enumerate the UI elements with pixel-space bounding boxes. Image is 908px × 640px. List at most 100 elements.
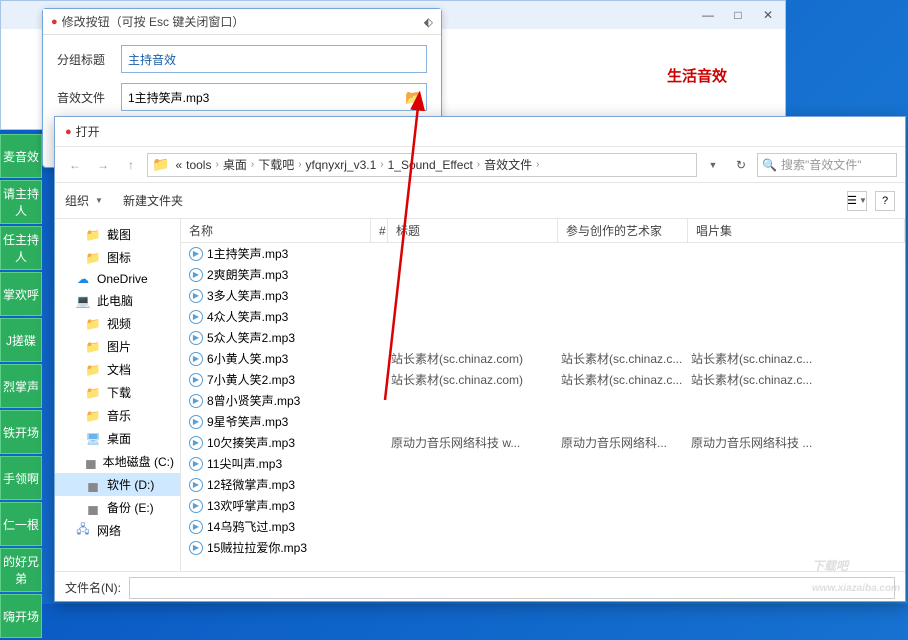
sidebar-category-button[interactable]: 麦音效 (0, 134, 42, 178)
tree-item[interactable]: 📁视频 (55, 312, 180, 335)
sound-file-row: 音效文件 1主持笑声.mp3 📂 (57, 83, 427, 111)
file-row[interactable]: ▶15贼拉拉爱你.mp3 (181, 537, 905, 558)
file-name: 8曾小贤笑声.mp3 (207, 392, 300, 409)
breadcrumb-item[interactable]: yfqnyxrj_v3.1 (306, 158, 377, 172)
file-name: 6小黄人笑.mp3 (207, 350, 288, 367)
tree-item[interactable]: ▅软件 (D:) (55, 473, 180, 496)
folder-icon: 📁 (85, 409, 101, 423)
file-row[interactable]: ▶13欢呼掌声.mp3 (181, 495, 905, 516)
file-row[interactable]: ▶7小黄人笑2.mp3站长素材(sc.chinaz.com)站长素材(sc.ch… (181, 369, 905, 390)
toolbar-right: ☰▼ ? (847, 191, 895, 211)
nav-forward-button[interactable]: → (91, 153, 115, 177)
tree-item[interactable]: 🖥桌面 (55, 427, 180, 450)
file-row[interactable]: ▶3多人笑声.mp3 (181, 285, 905, 306)
open-dialog-titlebar: ● 打开 (55, 117, 905, 147)
sound-file-input[interactable]: 1主持笑声.mp3 📂 (121, 83, 427, 111)
help-button[interactable]: ? (875, 191, 895, 211)
audio-file-icon: ▶ (189, 289, 203, 303)
sidebar-category-button[interactable]: 铁开场 (0, 410, 42, 454)
file-album: 站长素材(sc.chinaz.c... (683, 371, 905, 388)
filename-input[interactable] (129, 577, 895, 599)
search-input[interactable]: 🔍 搜索"音效文件" (757, 153, 897, 177)
breadcrumb-item[interactable]: 下载吧 (258, 156, 294, 173)
file-artist: 站长素材(sc.chinaz.c... (553, 350, 683, 367)
tree-item[interactable]: 📁 下载 (55, 381, 180, 404)
sidebar-category-button[interactable]: 的好兄弟 (0, 548, 42, 592)
sidebar-category-button[interactable]: J搓碟 (0, 318, 42, 362)
new-folder-button[interactable]: 新建文件夹 (123, 192, 183, 209)
file-name: 7小黄人笑2.mp3 (207, 371, 295, 388)
tree-item-label: 下载 (107, 384, 131, 401)
open-dialog-footer: 文件名(N): (55, 571, 905, 603)
tree-item-label: 桌面 (107, 430, 131, 447)
breadcrumb-item[interactable]: 1_Sound_Effect (388, 158, 473, 172)
file-artist: 站长素材(sc.chinaz.c... (553, 371, 683, 388)
file-row[interactable]: ▶10欠揍笑声.mp3原动力音乐网络科技 w...原动力音乐网络科...原动力音… (181, 432, 905, 453)
edit-dialog-titlebar: ● 修改按钮（可按 Esc 键关闭窗口） ⬖ (43, 9, 441, 35)
sidebar-category-button[interactable]: 请主持人 (0, 180, 42, 224)
refresh-button[interactable]: ↻ (729, 153, 753, 177)
mic-icon: ● (65, 126, 72, 138)
column-name[interactable]: 名称 (181, 219, 371, 242)
maximize-button[interactable]: □ (729, 8, 747, 22)
organize-button[interactable]: 组织 ▼ (65, 192, 103, 209)
tree-item[interactable]: 💻此电脑 (55, 289, 180, 312)
minimize-button[interactable]: — (699, 8, 717, 22)
audio-file-icon: ▶ (189, 331, 203, 345)
tree-item[interactable]: 📁音乐 (55, 404, 180, 427)
breadcrumb-item[interactable]: 音效文件 (484, 156, 532, 173)
tree-item[interactable]: 📁截图 (55, 223, 180, 246)
file-row[interactable]: ▶11尖叫声.mp3 (181, 453, 905, 474)
tree-item-label: 软件 (D:) (107, 476, 154, 493)
column-title[interactable]: 标题 (388, 219, 558, 242)
tree-item[interactable]: 🖧网络 (55, 519, 180, 542)
column-artist[interactable]: 参与创作的艺术家 (558, 219, 688, 242)
browse-file-button[interactable]: 📂 (404, 86, 424, 108)
nav-up-button[interactable]: ↑ (119, 153, 143, 177)
file-row[interactable]: ▶12轻微掌声.mp3 (181, 474, 905, 495)
sidebar-category-button[interactable]: 仁一根 (0, 502, 42, 546)
file-row[interactable]: ▶4众人笑声.mp3 (181, 306, 905, 327)
column-album[interactable]: 唱片集 (688, 219, 905, 242)
file-row[interactable]: ▶5众人笑声2.mp3 (181, 327, 905, 348)
file-row[interactable]: ▶1主持笑声.mp3 (181, 243, 905, 264)
tree-item[interactable]: 📁文档 (55, 358, 180, 381)
folder-icon: 📁 (85, 228, 101, 242)
sidebar-category-button[interactable]: 烈掌声 (0, 364, 42, 408)
tree-item-label: 备份 (E:) (107, 499, 154, 516)
file-row[interactable]: ▶14乌鸦飞过.mp3 (181, 516, 905, 537)
file-row[interactable]: ▶9星爷笑声.mp3 (181, 411, 905, 432)
tree-item[interactable]: 📁图标 (55, 246, 180, 269)
breadcrumb[interactable]: 📁 « tools›桌面›下载吧›yfqnyxrj_v3.1›1_Sound_E… (147, 153, 697, 177)
tree-item[interactable]: ☁OneDrive (55, 269, 180, 289)
column-num[interactable]: # (371, 219, 388, 242)
close-button[interactable]: ✕ (759, 8, 777, 22)
breadcrumb-dropdown[interactable]: ▼ (701, 153, 725, 177)
tree-item[interactable]: ▅本地磁盘 (C:) (55, 450, 180, 473)
file-row[interactable]: ▶8曾小贤笑声.mp3 (181, 390, 905, 411)
chevron-down-icon: ▼ (95, 196, 103, 205)
sidebar-category-button[interactable]: 嗨开场 (0, 594, 42, 638)
folder-icon: 📁 (85, 386, 101, 400)
tree-item-label: OneDrive (97, 272, 148, 286)
sidebar-category-button[interactable]: 手领啊 (0, 456, 42, 500)
breadcrumb-item[interactable]: tools (186, 158, 211, 172)
edit-close-button[interactable]: ⬖ (424, 15, 433, 29)
breadcrumb-separator: › (477, 159, 480, 170)
folder-icon: 📂 (405, 89, 422, 106)
file-list-header: 名称 # 标题 参与创作的艺术家 唱片集 (181, 219, 905, 243)
nav-back-button[interactable]: ← (63, 153, 87, 177)
search-icon: 🔍 (762, 158, 777, 172)
sidebar-category-button[interactable]: 掌欢呼 (0, 272, 42, 316)
group-title-input[interactable]: 主持音效 (121, 45, 427, 73)
view-mode-button[interactable]: ☰▼ (847, 191, 867, 211)
tree-item-label: 图片 (107, 338, 131, 355)
breadcrumb-item[interactable]: 桌面 (223, 156, 247, 173)
tree-item[interactable]: ▅备份 (E:) (55, 496, 180, 519)
file-artist: 原动力音乐网络科... (553, 434, 683, 451)
file-row[interactable]: ▶6小黄人笑.mp3站长素材(sc.chinaz.com)站长素材(sc.chi… (181, 348, 905, 369)
tree-item[interactable]: 📁图片 (55, 335, 180, 358)
sidebar-category-button[interactable]: 任主持人 (0, 226, 42, 270)
file-row[interactable]: ▶2爽朗笑声.mp3 (181, 264, 905, 285)
breadcrumb-separator: › (536, 159, 539, 170)
